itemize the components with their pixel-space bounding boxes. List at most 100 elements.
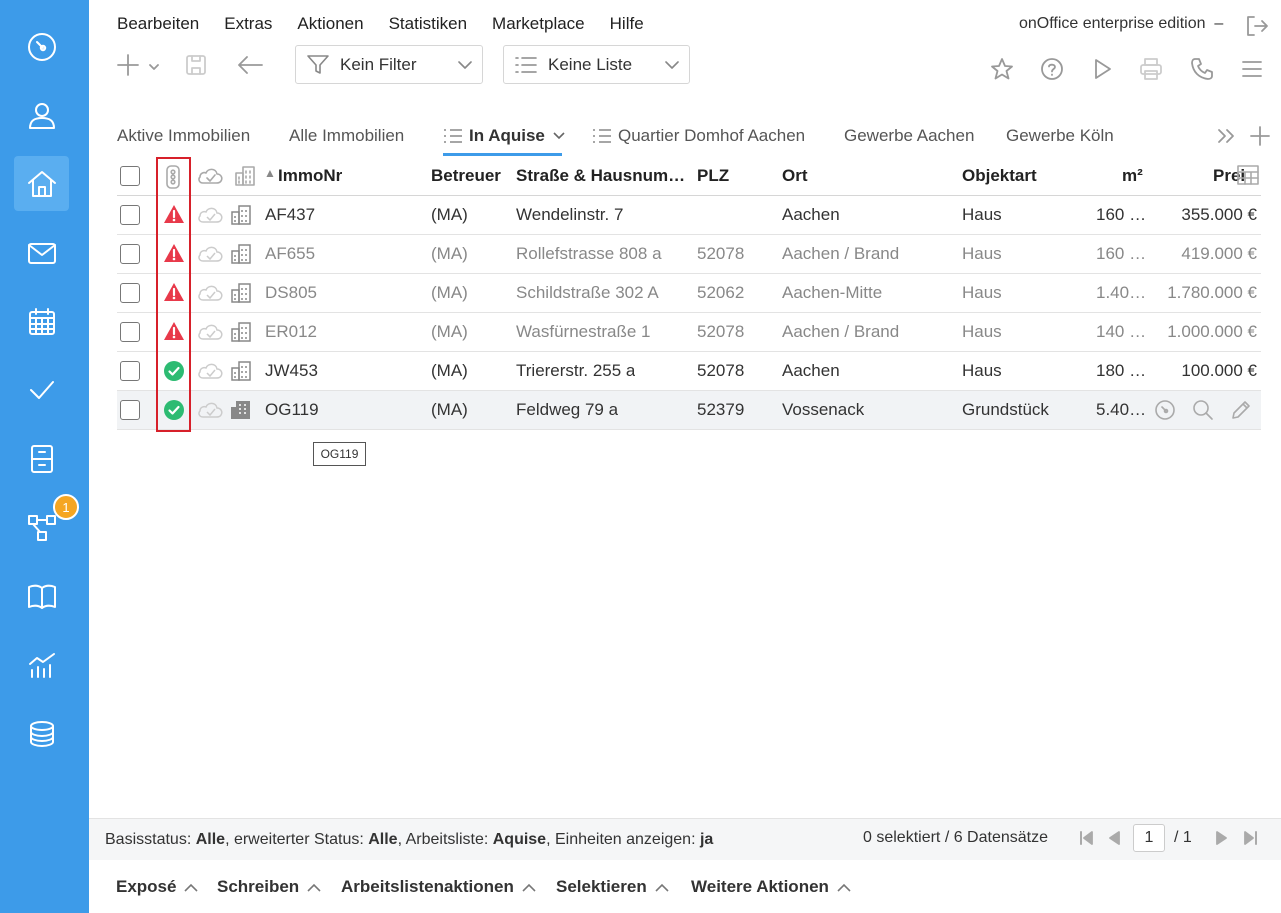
building-icon[interactable]	[230, 321, 252, 348]
action-selektieren[interactable]: Selektieren	[556, 877, 669, 897]
col-ort[interactable]: Ort	[782, 166, 808, 186]
sidebar-contacts[interactable]	[14, 88, 69, 143]
print-button[interactable]	[1138, 56, 1164, 82]
erw-value: Alle	[368, 831, 398, 848]
row-checkbox[interactable]	[120, 283, 140, 303]
column-settings-button[interactable]	[1237, 165, 1259, 190]
help-button[interactable]	[1039, 56, 1065, 82]
row-checkbox[interactable]	[120, 322, 140, 342]
back-button[interactable]	[236, 52, 264, 78]
cell-preis: 1.780.000 €	[1167, 283, 1257, 302]
cloud-column-icon[interactable]	[196, 165, 224, 192]
action-label: Schreiben	[217, 877, 300, 896]
menu-marketplace[interactable]: Marketplace	[492, 14, 585, 34]
edit-button[interactable]	[1230, 399, 1252, 426]
table-row[interactable]: OG119 (MA) Feldweg 79 a 52379 Vossenack Grund…	[117, 391, 1261, 430]
menu-bearbeiten[interactable]: Bearbeiten	[117, 14, 199, 34]
building-icon[interactable]	[230, 282, 252, 309]
add-tab-button[interactable]	[1248, 124, 1272, 148]
cell-immonr: JW453	[265, 361, 318, 380]
last-page-button[interactable]	[1242, 829, 1260, 847]
row-checkbox[interactable]	[120, 205, 140, 225]
logout-button[interactable]	[1244, 14, 1270, 38]
col-strasse[interactable]: Straße & Hausnum…	[516, 166, 688, 186]
table-row[interactable]: AF437 (MA) Wendelinstr. 7 Aachen Haus 160 … 35…	[117, 196, 1261, 235]
tab-aktive-immobilien[interactable]: Aktive Immobilien	[117, 126, 250, 146]
action-label: Exposé	[116, 877, 177, 896]
building-icon[interactable]	[230, 399, 252, 426]
col-immonr[interactable]: ImmoNr	[278, 166, 342, 186]
menu-extras[interactable]: Extras	[224, 14, 272, 34]
row-checkbox[interactable]	[120, 400, 140, 420]
favorite-button[interactable]	[989, 56, 1015, 82]
minimize-button[interactable]: –	[1214, 15, 1223, 32]
cell-objektart: Haus	[962, 205, 1002, 224]
sidebar-properties[interactable]	[14, 156, 69, 211]
search-button[interactable]	[1192, 399, 1214, 426]
play-button[interactable]	[1090, 56, 1114, 82]
table-row[interactable]: DS805 (MA) Schildstraße 302 A 52062 Aachen-M…	[117, 274, 1261, 313]
cell-immonr: OG119	[265, 400, 319, 419]
tab-alle-immobilien[interactable]: Alle Immobilien	[289, 126, 404, 146]
double-chevron-right-icon	[1218, 129, 1234, 143]
sidebar-knowledge[interactable]	[14, 568, 69, 623]
action-weitere-aktionen[interactable]: Weitere Aktionen	[691, 877, 851, 897]
list-dropdown[interactable]: Keine Liste	[503, 45, 690, 84]
table-row[interactable]: AF655 (MA) Rollefstrasse 808 a 52078 Aachen …	[117, 235, 1261, 274]
save-button[interactable]	[183, 52, 209, 78]
user-icon	[28, 102, 55, 129]
prev-page-button[interactable]	[1105, 829, 1123, 847]
action-expose[interactable]: Exposé	[116, 877, 199, 897]
sidebar-dashboard[interactable]	[14, 19, 69, 74]
filter-dropdown[interactable]: Kein Filter	[295, 45, 483, 84]
sidebar-files[interactable]	[14, 431, 69, 486]
file-cabinet-icon	[30, 444, 53, 473]
process-icon	[27, 514, 56, 541]
tab-in-aquise[interactable]: In Aquise	[443, 126, 565, 146]
tab-quartier-domhof-aachen[interactable]: Quartier Domhof Aachen	[592, 126, 805, 146]
col-objektart[interactable]: Objektart	[962, 166, 1037, 186]
col-m2[interactable]: m²	[1122, 166, 1143, 186]
row-checkbox[interactable]	[120, 361, 140, 381]
building-icon[interactable]	[230, 204, 252, 231]
active-tab-indicator	[443, 153, 562, 156]
building-column-icon[interactable]	[234, 165, 256, 192]
next-page-button[interactable]	[1213, 829, 1231, 847]
select-all-checkbox[interactable]	[120, 166, 140, 186]
more-tabs-button[interactable]	[1216, 126, 1238, 146]
cell-preis: 1.000.000 €	[1167, 322, 1257, 341]
table-row[interactable]: JW453 (MA) Triererstr. 255 a 52078 Aachen Hau…	[117, 352, 1261, 391]
sidebar-tasks[interactable]	[14, 362, 69, 417]
einh-value: ja	[699, 831, 714, 848]
page-total: / 1	[1174, 829, 1192, 846]
plus-icon	[1250, 126, 1270, 146]
help-icon	[1041, 58, 1063, 80]
sidebar-statistics[interactable]	[14, 637, 69, 692]
col-plz[interactable]: PLZ	[697, 166, 729, 186]
menu-hilfe[interactable]: Hilfe	[610, 14, 644, 34]
menu-button[interactable]	[1239, 56, 1265, 82]
menu-aktionen[interactable]: Aktionen	[297, 14, 363, 34]
page-input[interactable]: 1	[1133, 824, 1165, 852]
sidebar-finance[interactable]	[14, 706, 69, 761]
tab-gewerbe-koeln[interactable]: Gewerbe Köln	[1006, 126, 1114, 146]
tab-gewerbe-aachen[interactable]: Gewerbe Aachen	[844, 126, 974, 146]
calendar-icon	[28, 307, 55, 335]
sidebar-email[interactable]	[14, 225, 69, 280]
row-checkbox[interactable]	[120, 244, 140, 264]
building-icon[interactable]	[230, 243, 252, 270]
col-betreuer[interactable]: Betreuer	[431, 166, 501, 186]
table-row[interactable]: ER012 (MA) Wasfürnestraße 1 52078 Aachen / B…	[117, 313, 1261, 352]
phone-button[interactable]	[1189, 56, 1215, 82]
add-button[interactable]	[115, 52, 161, 78]
dashboard-button[interactable]	[1154, 399, 1176, 426]
building-icon[interactable]	[230, 360, 252, 387]
first-page-button[interactable]	[1077, 829, 1095, 847]
menu-statistiken[interactable]: Statistiken	[389, 14, 467, 34]
chevron-up-icon	[184, 883, 199, 892]
action-arbeitslistenaktionen[interactable]: Arbeitslistenaktionen	[341, 877, 536, 897]
sidebar-calendar[interactable]	[14, 294, 69, 349]
einh-label: , Einheiten anzeigen:	[546, 831, 696, 848]
cell-ort: Aachen	[782, 205, 840, 224]
action-schreiben[interactable]: Schreiben	[217, 877, 321, 897]
